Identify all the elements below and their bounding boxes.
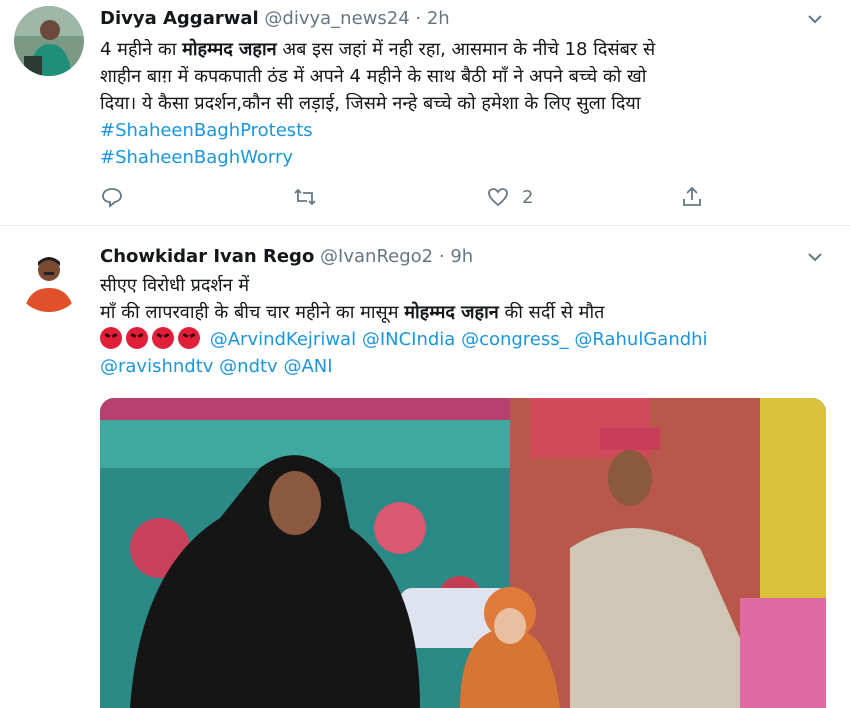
author-name[interactable]: Divya Aggarwal: [100, 8, 259, 29]
timestamp[interactable]: 2h: [427, 8, 450, 29]
mention-link[interactable]: @ndtv: [219, 356, 278, 377]
avatar[interactable]: [14, 6, 84, 76]
tweet-text-line: दिया। ये कैसा प्रदर्शन,कौन सी लड़ाई, जिस…: [100, 93, 641, 114]
share-icon: [683, 186, 701, 206]
tweet-text-line: @ravishndtv @ndtv @ANI: [100, 353, 810, 380]
hashtag-link[interactable]: #ShaheenBaghProtests: [100, 117, 810, 144]
angry-face-icon: [100, 327, 122, 349]
chevron-down-icon[interactable]: [806, 10, 824, 28]
share-button[interactable]: [680, 185, 704, 209]
tweet-text-line: 4 महीने का मोहम्मद जहान अब इस जहां में न…: [100, 39, 656, 60]
tweet-divya[interactable]: Divya Aggarwal @divya_news24 · 2h 4 महीन…: [0, 0, 850, 226]
author-handle[interactable]: @IvanRego2: [320, 246, 433, 267]
tweet-actions: 2: [100, 185, 720, 215]
timestamp[interactable]: 9h: [450, 246, 473, 267]
like-button[interactable]: 2: [486, 185, 533, 209]
tweet-header: Divya Aggarwal @divya_news24 · 2h: [100, 8, 790, 29]
tweet-photo[interactable]: [100, 398, 826, 708]
reply-button[interactable]: [100, 185, 124, 209]
tweet-text-line: माँ की लापरवाही के बीच चार महीने का मासू…: [100, 302, 605, 323]
author-name[interactable]: Chowkidar Ivan Rego: [100, 246, 314, 267]
mention-link[interactable]: @ArvindKejriwal: [210, 329, 356, 350]
author-handle[interactable]: @divya_news24: [264, 8, 409, 29]
reply-icon: [102, 188, 122, 208]
avatar[interactable]: [14, 242, 84, 312]
separator: ·: [438, 246, 445, 267]
mention-link[interactable]: @INCIndia: [362, 329, 456, 350]
tweet-text: सीएए विरोधी प्रदर्शन में माँ की लापरवाही…: [100, 272, 810, 380]
heart-icon: [488, 188, 508, 207]
mention-link[interactable]: @ANI: [283, 356, 332, 377]
angry-face-icon: [178, 327, 200, 349]
angry-face-icon: [152, 327, 174, 349]
tweet-text-line: @ArvindKejriwal @INCIndia @congress_ @Ra…: [100, 326, 810, 353]
tweet-text: 4 महीने का मोहम्मद जहान अब इस जहां में न…: [100, 36, 810, 171]
mention-link[interactable]: @RahulGandhi: [574, 329, 707, 350]
hashtag-link[interactable]: #ShaheenBaghWorry: [100, 144, 810, 171]
mention-link[interactable]: @ravishndtv: [100, 356, 213, 377]
angry-face-icon: [126, 327, 148, 349]
tweet-ivan[interactable]: Chowkidar Ivan Rego @IvanRego2 · 9h सीएए…: [0, 226, 850, 708]
retweet-button[interactable]: [293, 185, 317, 209]
separator: ·: [415, 8, 422, 29]
mention-link[interactable]: @congress_: [461, 329, 569, 350]
tweet-text-line: शाहीन बाग़ में कपकपाती ठंड में अपने 4 मह…: [100, 66, 647, 87]
chevron-down-icon[interactable]: [806, 248, 824, 266]
tweet-text-line: सीएए विरोधी प्रदर्शन में: [100, 275, 250, 296]
tweet-header: Chowkidar Ivan Rego @IvanRego2 · 9h: [100, 246, 790, 267]
retweet-icon: [294, 188, 316, 206]
like-count: 2: [522, 186, 534, 208]
